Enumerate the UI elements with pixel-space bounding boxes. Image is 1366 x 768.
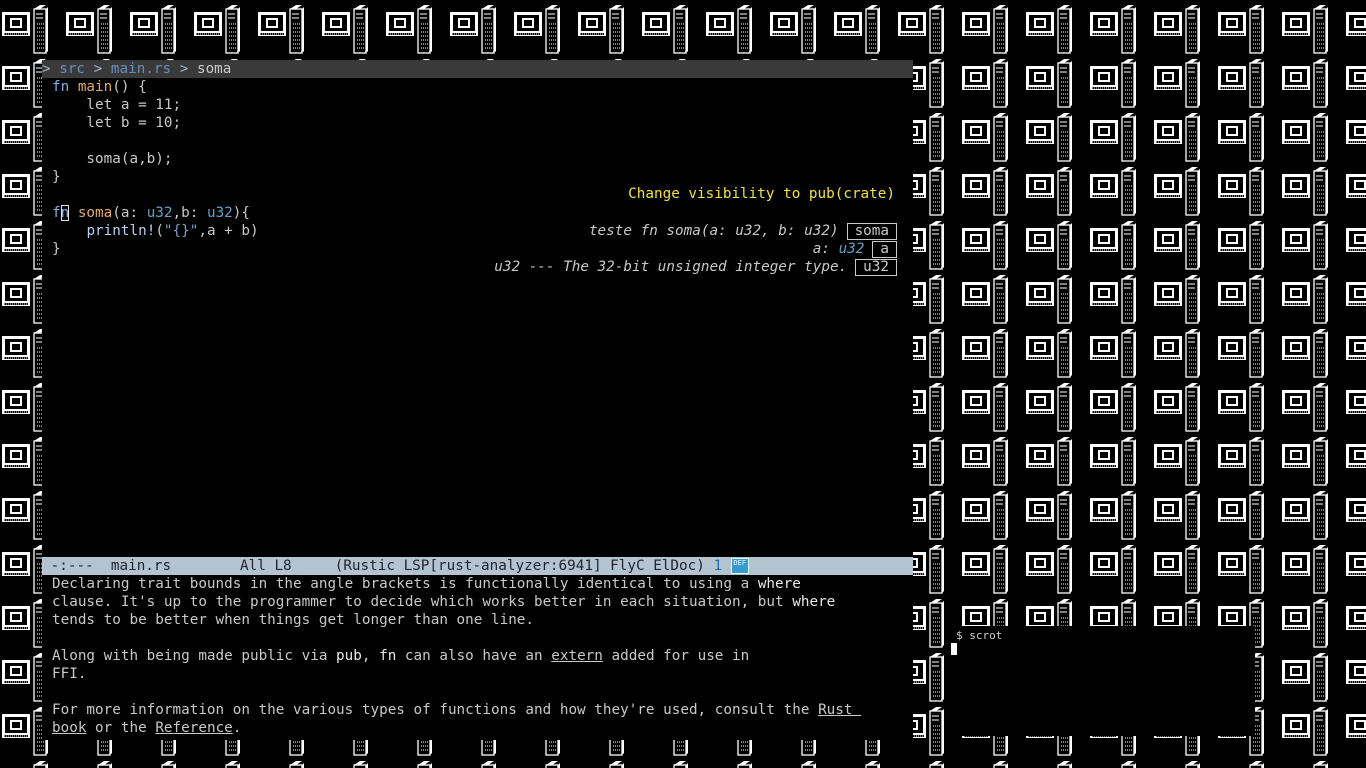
param-type: u32: [838, 241, 865, 257]
doc-text: clause. It's up to the programmer to dec…: [52, 594, 793, 610]
doc-code: pub: [336, 648, 362, 664]
text-cursor: n: [60, 205, 70, 221]
param-name-label: a: [872, 240, 897, 258]
code-text: ,b:: [172, 205, 207, 221]
doc-code: where: [757, 576, 801, 592]
terminal-cursor: [951, 643, 957, 655]
breadcrumb: > src > main.rs > soma: [42, 60, 913, 78]
code-line-5[interactable]: soma(a,b);: [52, 150, 923, 168]
type-doc-text: u32 --- The 32-bit unsigned integer type…: [494, 259, 848, 275]
code-line-2[interactable]: let a = 11;: [52, 96, 923, 114]
buffer-status: -:---: [50, 558, 94, 574]
extern-link[interactable]: extern: [551, 648, 603, 664]
type-name: u32: [146, 205, 173, 221]
breadcrumb-separator: >: [171, 61, 197, 77]
terminal-window[interactable]: $ scrot: [950, 626, 1255, 736]
type-name: u32: [206, 205, 233, 221]
buffer-name[interactable]: main.rs: [111, 558, 171, 574]
doc-line: tends to be better when things get longe…: [52, 612, 535, 628]
doc-line: FFI.: [52, 666, 87, 682]
lsp-doc-param: a: u32 a: [813, 240, 897, 258]
breadcrumb-item-file[interactable]: main.rs: [111, 61, 171, 77]
code-text: (: [155, 223, 164, 239]
terminal-prompt-line[interactable]: $ scrot: [956, 629, 1002, 642]
rust-book-link[interactable]: Rust: [818, 702, 861, 718]
reference-link[interactable]: Reference: [155, 720, 232, 736]
type-label: u32: [855, 258, 897, 276]
param-label: a:: [812, 241, 839, 257]
signature-text: teste fn soma(a: u32, b: u32): [588, 223, 839, 239]
doc-text: added for use in: [602, 648, 750, 664]
doc-text: can also have an: [396, 648, 552, 664]
keyword-fn: f: [52, 205, 61, 221]
doc-text: Declaring trait bounds in the angle brac…: [52, 576, 758, 592]
code-text: ,a + b): [198, 223, 259, 239]
symbol-label: soma: [846, 222, 897, 240]
code-line-3[interactable]: let b = 10;: [52, 114, 923, 132]
error-count[interactable]: 1: [713, 558, 722, 574]
doc-text: .: [232, 720, 242, 736]
function-name: soma: [77, 205, 113, 221]
code-line-6[interactable]: }: [52, 168, 923, 186]
code-text: ){: [232, 205, 251, 221]
doc-text: Along with being made public via: [52, 648, 337, 664]
doc-code: where: [792, 594, 836, 610]
doc-text: For more information on the various type…: [52, 702, 819, 718]
rust-book-link[interactable]: book: [52, 720, 86, 736]
breadcrumb-prefix: >: [42, 61, 60, 77]
major-minor-modes[interactable]: (Rustic LSP[rust-analyzer:6941] FlyC ElD…: [335, 558, 705, 574]
mode-line[interactable]: -:--- main.rs All L8 (Rustic LSP[rust-an…: [42, 557, 913, 575]
doc-line: clause. It's up to the programmer to dec…: [52, 593, 923, 611]
doc-line: Declaring trait bounds in the angle brac…: [52, 575, 923, 593]
function-name: main: [77, 79, 113, 95]
code-line-8[interactable]: fn soma(a: u32,b: u32){: [52, 204, 923, 222]
keyword-fn: fn: [52, 79, 70, 95]
doc-line: Along with being made public via pub, fn…: [52, 647, 923, 665]
code-line-1[interactable]: fn main() {: [52, 78, 923, 96]
breadcrumb-item-src[interactable]: src: [59, 61, 85, 77]
code-text: (a:: [112, 205, 147, 221]
code-line-4[interactable]: [52, 132, 923, 150]
doc-text: or the: [86, 720, 156, 736]
emacs-window[interactable]: > src > main.rs > soma fn main() { let a…: [42, 60, 913, 740]
breadcrumb-item-symbol[interactable]: soma: [197, 61, 231, 77]
breadcrumb-separator: >: [85, 61, 111, 77]
doc-code: fn: [379, 648, 397, 664]
code-line-10[interactable]: }: [52, 240, 923, 258]
doc-line: book or the Reference.: [52, 719, 923, 737]
definition-badge: DEF: [730, 558, 749, 574]
doc-text: ,: [361, 648, 380, 664]
doc-line: For more information on the various type…: [52, 701, 923, 719]
code-text: () {: [112, 79, 147, 95]
string-literal: "{}": [163, 223, 199, 239]
macro-name: println!: [86, 223, 156, 239]
code-action-hint[interactable]: Change visibility to pub(crate): [628, 186, 895, 202]
lsp-doc-signature: teste fn soma(a: u32, b: u32) soma: [589, 222, 897, 240]
lsp-doc-type: u32 --- The 32-bit unsigned integer type…: [494, 258, 897, 276]
buffer-position: All L8: [240, 558, 292, 574]
